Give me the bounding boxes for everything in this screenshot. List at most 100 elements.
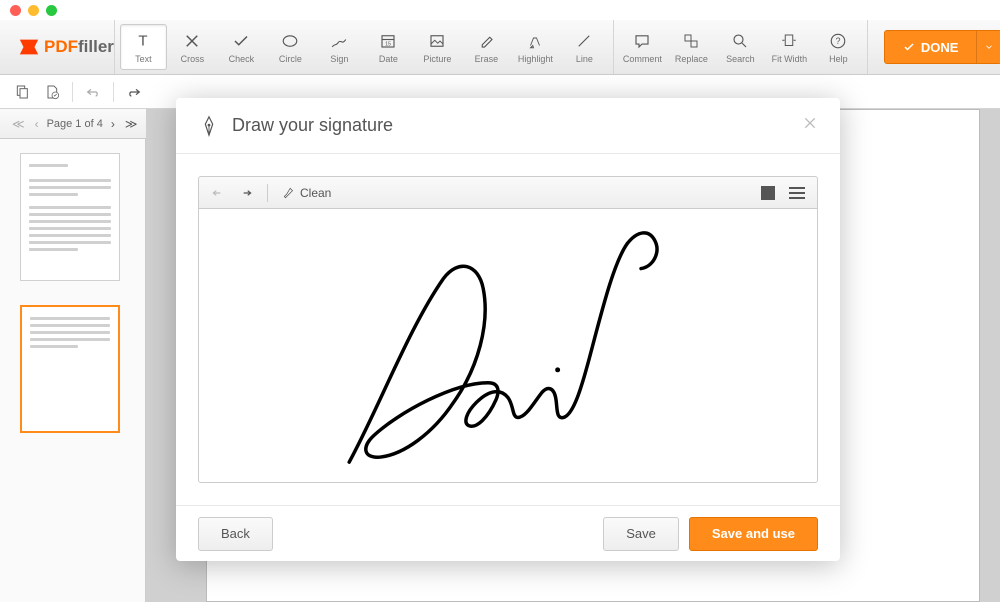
main-toolbar: PDFfiller T Text Cross Check Circle Sign…: [0, 20, 1000, 75]
tool-label: Check: [229, 54, 255, 64]
divider: [72, 82, 73, 102]
editing-tools-group: T Text Cross Check Circle Sign 15 Date P…: [115, 20, 614, 74]
tool-replace[interactable]: Replace: [668, 24, 715, 70]
document-icon[interactable]: [38, 78, 66, 106]
replace-icon: [681, 31, 701, 51]
save-and-use-button[interactable]: Save and use: [689, 517, 818, 551]
close-icon: [802, 115, 818, 131]
fit-width-icon: [779, 31, 799, 51]
help-icon: ?: [828, 31, 848, 51]
search-icon: [730, 31, 750, 51]
svg-text:T: T: [139, 32, 148, 49]
sidebar: ≪ ‹ Page 1 of 4 › ≫: [0, 109, 146, 602]
logo: PDFfiller: [0, 20, 115, 74]
tool-label: Line: [576, 54, 593, 64]
modal-body: Clean: [176, 154, 840, 505]
clean-label: Clean: [300, 186, 331, 200]
utility-tools-group: Comment Replace Search Fit Width ? Help: [614, 20, 868, 74]
copy-icon[interactable]: [8, 78, 36, 106]
undo-icon[interactable]: [79, 78, 107, 106]
signature-clean[interactable]: Clean: [278, 186, 335, 200]
thumbnail-page-1[interactable]: [20, 153, 120, 281]
svg-text:?: ?: [836, 36, 841, 46]
tool-label: Replace: [675, 54, 708, 64]
tool-help[interactable]: ? Help: [815, 24, 862, 70]
text-icon: T: [133, 31, 153, 51]
lines-view-icon: [789, 187, 805, 199]
tool-text[interactable]: T Text: [120, 24, 167, 70]
tool-picture[interactable]: Picture: [414, 24, 461, 70]
tool-label: Erase: [475, 54, 499, 64]
modal-footer: Back Save Save and use: [176, 505, 840, 561]
page-prev[interactable]: ‹: [33, 117, 41, 131]
circle-icon: [280, 31, 300, 51]
modal-title: Draw your signature: [198, 115, 393, 137]
tool-check[interactable]: Check: [218, 24, 265, 70]
pagination-bar: ≪ ‹ Page 1 of 4 › ≫: [0, 109, 146, 139]
date-icon: 15: [378, 31, 398, 51]
save-button[interactable]: Save: [603, 517, 679, 551]
tool-highlight[interactable]: Highlight: [512, 24, 559, 70]
tool-search[interactable]: Search: [717, 24, 764, 70]
view-lines[interactable]: [785, 187, 809, 199]
page-last[interactable]: ≫: [123, 117, 140, 131]
solid-view-icon: [761, 186, 775, 200]
page-next[interactable]: ›: [109, 117, 117, 131]
comment-icon: [632, 31, 652, 51]
tool-label: Help: [829, 54, 848, 64]
view-solid[interactable]: [757, 186, 779, 200]
done-button[interactable]: DONE: [884, 30, 1000, 64]
signature-modal: Draw your signature Clean: [176, 98, 840, 561]
close-button[interactable]: [802, 114, 818, 137]
signature-redo[interactable]: [235, 186, 257, 200]
sign-icon: [329, 31, 349, 51]
logo-icon: [18, 36, 40, 58]
tool-cross[interactable]: Cross: [169, 24, 216, 70]
tool-label: Sign: [330, 54, 348, 64]
tool-label: Circle: [279, 54, 302, 64]
check-icon: [903, 41, 915, 53]
tool-erase[interactable]: Erase: [463, 24, 510, 70]
done-area: DONE: [868, 20, 1000, 74]
undo-icon: [211, 186, 225, 200]
tool-comment[interactable]: Comment: [619, 24, 666, 70]
divider: [267, 184, 268, 202]
highlight-icon: [525, 31, 545, 51]
tool-label: Text: [135, 54, 152, 64]
tool-label: Date: [379, 54, 398, 64]
pen-nib-icon: [198, 115, 220, 137]
tool-label: Search: [726, 54, 755, 64]
tool-circle[interactable]: Circle: [267, 24, 314, 70]
tool-fit-width[interactable]: Fit Width: [766, 24, 813, 70]
redo-icon[interactable]: [120, 78, 148, 106]
tool-label: Comment: [623, 54, 662, 64]
cross-icon: [182, 31, 202, 51]
page-first[interactable]: ≪: [10, 117, 27, 131]
thumbnail-page-2[interactable]: [20, 305, 120, 433]
broom-icon: [282, 186, 296, 200]
window-close-icon[interactable]: [10, 5, 21, 16]
window-maximize-icon[interactable]: [46, 5, 57, 16]
erase-icon: [476, 31, 496, 51]
tool-label: Picture: [423, 54, 451, 64]
svg-text:15: 15: [385, 41, 391, 47]
done-dropdown-caret[interactable]: [977, 31, 1000, 63]
window-chrome: [0, 0, 1000, 20]
signature-canvas[interactable]: [198, 208, 818, 483]
tool-label: Cross: [181, 54, 205, 64]
signature-drawing: [199, 209, 817, 482]
thumbnails: [0, 139, 145, 602]
tool-sign[interactable]: Sign: [316, 24, 363, 70]
tool-date[interactable]: 15 Date: [365, 24, 412, 70]
page-indicator: Page 1 of 4: [47, 118, 103, 130]
tool-line[interactable]: Line: [561, 24, 608, 70]
check-icon: [231, 31, 251, 51]
picture-icon: [427, 31, 447, 51]
signature-undo[interactable]: [207, 186, 229, 200]
done-button-main[interactable]: DONE: [885, 31, 978, 63]
chevron-down-icon: [984, 42, 994, 52]
window-minimize-icon[interactable]: [28, 5, 39, 16]
back-button[interactable]: Back: [198, 517, 273, 551]
line-icon: [574, 31, 594, 51]
signature-toolbar: Clean: [198, 176, 818, 208]
